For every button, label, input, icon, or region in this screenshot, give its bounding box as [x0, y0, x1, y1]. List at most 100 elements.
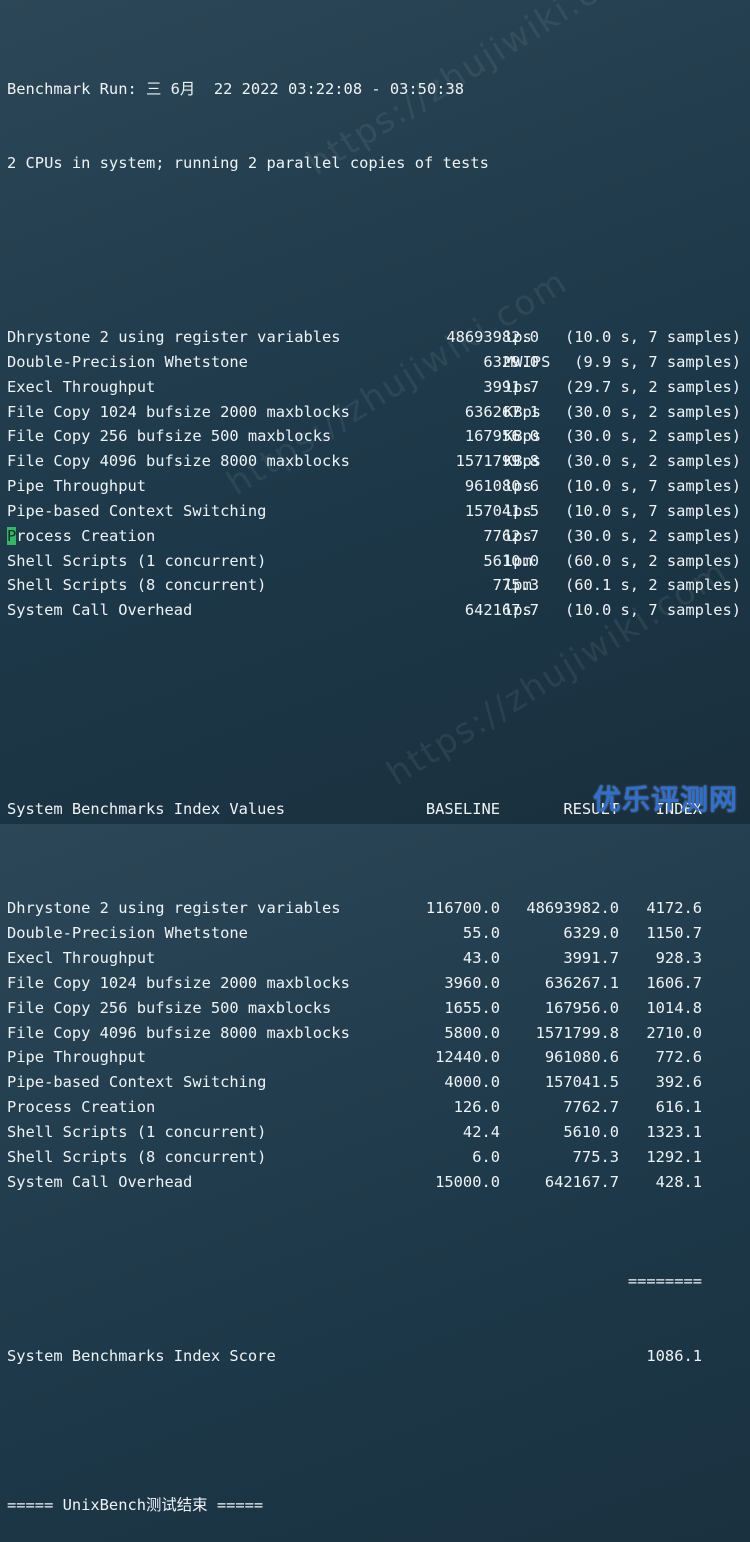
index-row-name: Pipe Throughput [7, 1048, 146, 1067]
result-name: Dhrystone 2 using register variables [7, 327, 341, 346]
index-row-baseline: 12440.0 [435, 1048, 500, 1067]
index-row-result: 7762.7 [563, 1098, 619, 1117]
index-score-label: System Benchmarks Index Score [7, 1346, 276, 1365]
result-name: Process Creation [7, 524, 155, 549]
index-row-result: 775.3 [572, 1147, 619, 1166]
index-row-name: Double-Precision Whetstone [7, 924, 248, 943]
index-row-result: 1571799.8 [535, 1023, 619, 1042]
result-detail: (10.0 s, 7 samples) [564, 327, 741, 346]
result-row: Execl Throughput 3991.7 lps (29.7 s, 2 samp… [7, 375, 747, 400]
index-row-baseline: 4000.0 [444, 1073, 500, 1092]
result-unit: MWIPS [504, 352, 551, 371]
result-unit: lps [504, 327, 532, 346]
result-detail: (60.0 s, 2 samples) [564, 551, 741, 570]
result-unit: lps [504, 526, 532, 545]
result-detail: (30.0 s, 2 samples) [564, 427, 741, 446]
result-name: Execl Throughput [7, 377, 156, 396]
result-detail: (29.7 s, 2 samples) [564, 377, 741, 396]
index-row-index: 1606.7 [646, 973, 702, 992]
index-row-baseline: 5800.0 [444, 1023, 500, 1042]
index-row-baseline: 43.0 [462, 949, 500, 968]
index-row-result: 961080.6 [544, 1048, 619, 1067]
result-row: Shell Scripts (1 concurrent) 5610.0 lpm (60… [7, 549, 747, 574]
index-row-name: Shell Scripts (1 concurrent) [7, 1122, 267, 1141]
index-row: File Copy 256 bufsize 500 maxblocks 1655.… [7, 996, 747, 1021]
index-row: Process Creation 126.0 7762.7 616.1 [7, 1095, 747, 1120]
index-row: File Copy 4096 bufsize 8000 maxblocks 580… [7, 1021, 747, 1046]
result-row: Pipe-based Context Switching 157041.5 lps(… [7, 499, 747, 524]
cpu-info-line: 2 CPUs in system; running 2 parallel cop… [7, 154, 489, 173]
index-row: File Copy 1024 bufsize 2000 maxblocks 396… [7, 971, 747, 996]
result-unit: lpm [504, 576, 532, 595]
result-name: Shell Scripts (8 concurrent) [7, 576, 267, 595]
index-row-name: Shell Scripts (8 concurrent) [7, 1147, 267, 1166]
result-name: File Copy 1024 bufsize 2000 maxblocks [7, 402, 350, 421]
result-unit: lps [504, 477, 532, 496]
index-row-name: Execl Throughput [7, 949, 156, 968]
index-row: Double-Precision Whetstone 55.0 6329.0 1150… [7, 921, 747, 946]
baseline-header: BASELINE [425, 800, 500, 818]
index-table-title: System Benchmarks Index Values [7, 800, 285, 818]
index-row-index: 1014.8 [646, 998, 702, 1017]
result-unit: lps [504, 501, 532, 520]
result-unit: lps [504, 377, 532, 396]
result-unit: lps [504, 601, 532, 620]
result-name: File Copy 4096 bufsize 8000 maxblocks [7, 452, 350, 471]
terminal-output[interactable]: Benchmark Run: 三 6月 22 2022 03:22:08 - 0… [7, 2, 747, 1542]
result-name: Double-Precision Whetstone [7, 352, 248, 371]
index-row-baseline: 6.0 [472, 1147, 500, 1166]
index-row-index: 616.1 [655, 1098, 702, 1117]
result-row: Shell Scripts (8 concurrent) 775.3 lpm (60.… [7, 573, 747, 598]
index-row-name: Process Creation [7, 1098, 156, 1117]
index-row: Dhrystone 2 using register variables 1167… [7, 896, 747, 921]
index-row-index: 428.1 [655, 1172, 702, 1191]
result-name: System Call Overhead [7, 601, 193, 620]
index-row-index: 1150.7 [646, 924, 702, 943]
unixbench-end-line: ===== UnixBench测试结束 ===== [7, 1495, 264, 1514]
index-score-value: 1086.1 [646, 1346, 702, 1365]
index-row-result: 6329.0 [563, 924, 619, 943]
index-row-baseline: 15000.0 [435, 1172, 500, 1191]
index-row-result: 3991.7 [563, 949, 619, 968]
index-row-result: 5610.0 [563, 1122, 619, 1141]
index-row-index: 1323.1 [646, 1122, 702, 1141]
result-unit: lpm [504, 551, 532, 570]
index-row-index: 928.3 [655, 949, 702, 968]
index-row-index: 4172.6 [646, 899, 702, 918]
result-row: Dhrystone 2 using register variables 4869… [7, 325, 747, 350]
index-row-result: 48693982.0 [526, 899, 619, 918]
index-row-name: Pipe-based Context Switching [7, 1073, 267, 1092]
result-row: Double-Precision Whetstone 6329.0 MWIPS (9.… [7, 350, 747, 375]
index-row: Pipe Throughput 12440.0 961080.6 772.6 [7, 1045, 747, 1070]
result-detail: (30.0 s, 2 samples) [564, 526, 741, 545]
index-score-line: System Benchmarks Index Score 1086.1 [7, 1344, 747, 1369]
result-detail: (10.0 s, 7 samples) [564, 501, 741, 520]
result-name: Shell Scripts (1 concurrent) [7, 551, 267, 570]
index-row-index: 1292.1 [646, 1147, 702, 1166]
result-row: File Copy 256 bufsize 500 maxblocks 16795… [7, 424, 747, 449]
index-row-name: System Call Overhead [7, 1172, 193, 1191]
result-name: File Copy 256 bufsize 500 maxblocks [7, 427, 332, 446]
index-row-baseline: 3960.0 [444, 973, 500, 992]
result-unit: KBps [504, 427, 542, 446]
index-row: System Call Overhead 15000.0 642167.7 428.1 [7, 1170, 747, 1195]
site-logo: 优乐评测网 [592, 783, 738, 816]
terminal-cursor: P [7, 526, 17, 545]
result-name-rest: rocess Creation [16, 526, 156, 545]
result-detail: (30.0 s, 2 samples) [564, 402, 741, 421]
result-detail: (10.0 s, 7 samples) [564, 477, 741, 496]
index-row-result: 642167.7 [544, 1172, 619, 1191]
index-row-name: File Copy 1024 bufsize 2000 maxblocks [7, 973, 350, 992]
index-row: Shell Scripts (8 concurrent) 6.0 775.3 1292… [7, 1145, 747, 1170]
result-row: System Call Overhead 642167.7 lps (10.0 s, … [7, 598, 747, 623]
separator-line: ======== [7, 1269, 747, 1294]
index-row-baseline: 1655.0 [444, 998, 500, 1017]
results-list: Dhrystone 2 using register variables 4869… [7, 325, 747, 623]
index-row-index: 2710.0 [646, 1023, 702, 1042]
index-row: Pipe-based Context Switching 4000.0 157041… [7, 1070, 747, 1095]
result-detail: (60.1 s, 2 samples) [564, 576, 741, 595]
index-row-name: Dhrystone 2 using register variables [7, 899, 341, 918]
